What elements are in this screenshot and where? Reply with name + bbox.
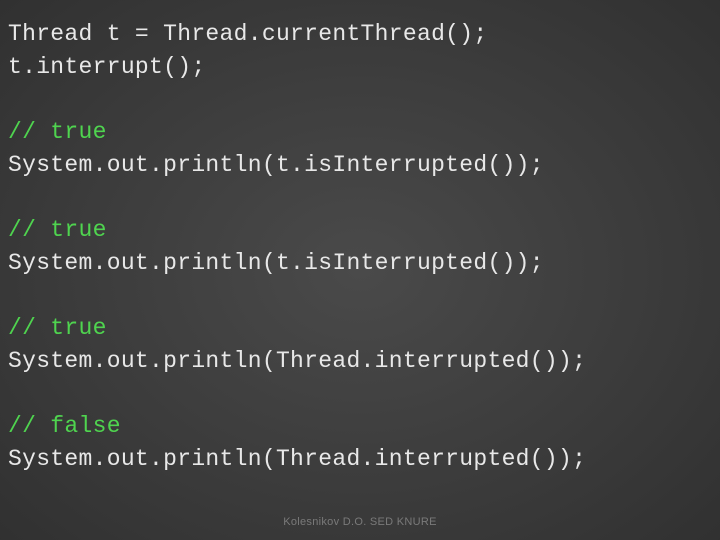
code-comment: // true — [8, 116, 712, 149]
code-line: Thread t = Thread.currentThread(); — [8, 18, 712, 51]
blank-line — [8, 181, 712, 214]
blank-line — [8, 279, 712, 312]
code-block: Thread t = Thread.currentThread();t.inte… — [8, 18, 712, 475]
footer-text: Kolesnikov D.O. SED KNURE — [0, 516, 720, 528]
code-line: System.out.println(t.isInterrupted()); — [8, 247, 712, 280]
blank-line — [8, 377, 712, 410]
code-comment: // true — [8, 312, 712, 345]
blank-line — [8, 83, 712, 116]
code-line: System.out.println(t.isInterrupted()); — [8, 149, 712, 182]
code-line: System.out.println(Thread.interrupted())… — [8, 345, 712, 378]
code-line: System.out.println(Thread.interrupted())… — [8, 443, 712, 476]
code-comment: // true — [8, 214, 712, 247]
code-line: t.interrupt(); — [8, 51, 712, 84]
slide: Thread t = Thread.currentThread();t.inte… — [0, 0, 720, 540]
code-comment: // false — [8, 410, 712, 443]
